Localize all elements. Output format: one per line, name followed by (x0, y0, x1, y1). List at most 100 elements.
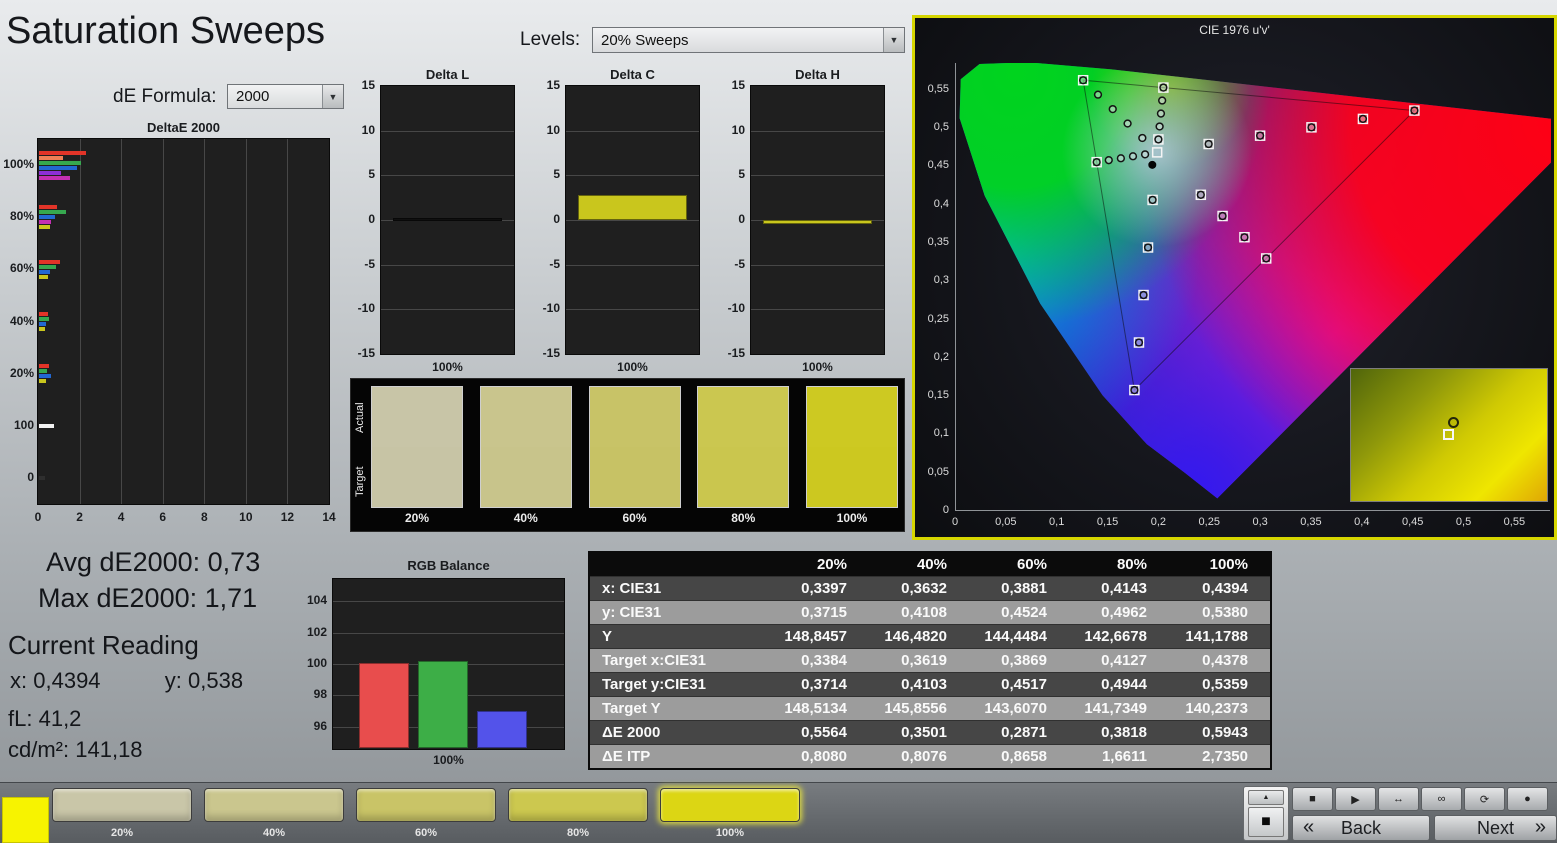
swatch-target (590, 447, 680, 507)
delta-chart-title: Delta C (565, 67, 700, 82)
step-button[interactable]: ↔ (1378, 787, 1419, 811)
rgb-balance-chart: 1041021009896 (332, 578, 565, 750)
table-cell: 2,7350 (1169, 745, 1271, 770)
row-label: ΔE ITP (589, 745, 769, 770)
y-tick-label: 5 (532, 167, 560, 181)
expand-button[interactable]: ▲ (1248, 790, 1284, 805)
max-de2000-label: Max dE2000: (38, 583, 197, 613)
chevrons-left-icon: « (1303, 816, 1314, 839)
deltae-bar (39, 215, 55, 219)
x-label: x: (10, 668, 27, 693)
table-cell: 0,3715 (769, 601, 869, 625)
patch-button-100%[interactable] (660, 788, 800, 822)
measured-point (1156, 123, 1163, 130)
gridline (381, 131, 514, 132)
cie-x-tick-label: 0,05 (986, 516, 1026, 528)
patch-button-60%[interactable] (356, 788, 496, 822)
measured-point (1124, 120, 1131, 127)
refresh-button[interactable]: ⟳ (1464, 787, 1505, 811)
x-tick-label: 0 (23, 510, 53, 524)
de-formula-select[interactable]: 2000 ▼ (227, 84, 344, 109)
cie-y-tick-label: 0,15 (915, 389, 949, 401)
cie-x-tick-label: 0 (935, 516, 975, 528)
table-cell: 0,8080 (769, 745, 869, 770)
patch-percent-label: 80% (508, 827, 648, 839)
y-tick-label: 5 (347, 167, 375, 181)
pattern-window-panel: ▲ ■ (1243, 786, 1289, 841)
swatch-target (807, 447, 897, 507)
deltae-bar (39, 260, 60, 264)
gridline (121, 139, 122, 504)
cie-x-tick-label: 0,45 (1393, 516, 1433, 528)
delta-chart-title: Delta H (750, 67, 885, 82)
cie-y-tick-label: 0 (915, 504, 949, 516)
y-tick-label: 0 (717, 212, 745, 226)
patch-button-20%[interactable] (52, 788, 192, 822)
table-cell: 0,4108 (869, 601, 969, 625)
deltae-bar (39, 220, 51, 224)
patch-button-80%[interactable] (508, 788, 648, 822)
swatch-percent-label: 40% (480, 511, 572, 525)
swatch-target (698, 447, 788, 507)
y-tick-label: 98 (297, 687, 327, 701)
table-header-cell: 100% (1169, 552, 1271, 577)
table-row: Target Y148,5134145,8556143,6070141,7349… (589, 697, 1271, 721)
gridline (80, 139, 81, 504)
deltae-bar (39, 369, 47, 373)
green-bar (418, 661, 468, 748)
x-tick-label: 2 (65, 510, 95, 524)
measured-point (1155, 136, 1162, 143)
next-button[interactable]: Next » (1434, 815, 1557, 841)
delta-bar (763, 220, 872, 224)
deltae-bar (39, 210, 66, 214)
swatch-percent-label: 100% (806, 511, 898, 525)
y-tick-label: 100% (0, 157, 34, 171)
stop-button[interactable]: ■ (1292, 787, 1333, 811)
y-tick-label: -15 (532, 346, 560, 360)
gridline (381, 309, 514, 310)
swatch-80% (697, 386, 789, 508)
swatch-target (372, 447, 462, 507)
continuous-button[interactable]: ∞ (1421, 787, 1462, 811)
table-cell: 0,3501 (869, 721, 969, 745)
play-button[interactable]: ▶ (1335, 787, 1376, 811)
table-header-cell: 80% (1069, 552, 1169, 577)
fl-value: 41,2 (39, 706, 82, 731)
pattern-window-button[interactable]: ■ (1248, 807, 1284, 837)
results-table: 20%40%60%80%100%x: CIE310,33970,36320,38… (588, 551, 1272, 770)
deltae-bar (39, 265, 56, 269)
page-title: Saturation Sweeps (6, 10, 325, 53)
xy-reading: x: 0,4394 y: 0,538 (10, 668, 243, 694)
delta-chart-l: 151050-5-10-15 (380, 85, 515, 355)
gridline (566, 309, 699, 310)
inset-target-square (1443, 429, 1454, 440)
cdm2-value: 141,18 (75, 737, 142, 762)
gridline (751, 265, 884, 266)
cie-y-tick-label: 0,5 (915, 121, 949, 133)
table-cell: 141,1788 (1169, 625, 1271, 649)
record-button[interactable]: ● (1507, 787, 1548, 811)
de-formula-label: dE Formula: (113, 86, 216, 108)
deltae-bar (39, 151, 86, 155)
deltae-bar (39, 205, 57, 209)
cie-x-tick-label: 0,25 (1189, 516, 1229, 528)
deltae-bar (39, 176, 70, 180)
gridline (566, 175, 699, 176)
back-button[interactable]: « Back (1292, 815, 1430, 841)
cie-title: CIE 1976 u'v' (915, 23, 1554, 37)
levels-select[interactable]: 20% Sweeps ▼ (592, 27, 905, 53)
swatch-60% (589, 386, 681, 508)
patch-button-40%[interactable] (204, 788, 344, 822)
red-bar (359, 663, 409, 748)
table-cell: 0,4944 (1069, 673, 1169, 697)
y-tick-label: 15 (717, 78, 745, 92)
deltae-bar (39, 171, 61, 175)
cie-y-tick-label: 0,4 (915, 198, 949, 210)
table-cell: 0,5564 (769, 721, 869, 745)
cie-y-tick-label: 0,2 (915, 351, 949, 363)
current-reading-title: Current Reading (8, 630, 199, 661)
table-cell: 144,4484 (969, 625, 1069, 649)
cie-y-tick-label: 0,1 (915, 427, 949, 439)
table-header-row: 20%40%60%80%100% (589, 552, 1271, 577)
gridline (751, 131, 884, 132)
